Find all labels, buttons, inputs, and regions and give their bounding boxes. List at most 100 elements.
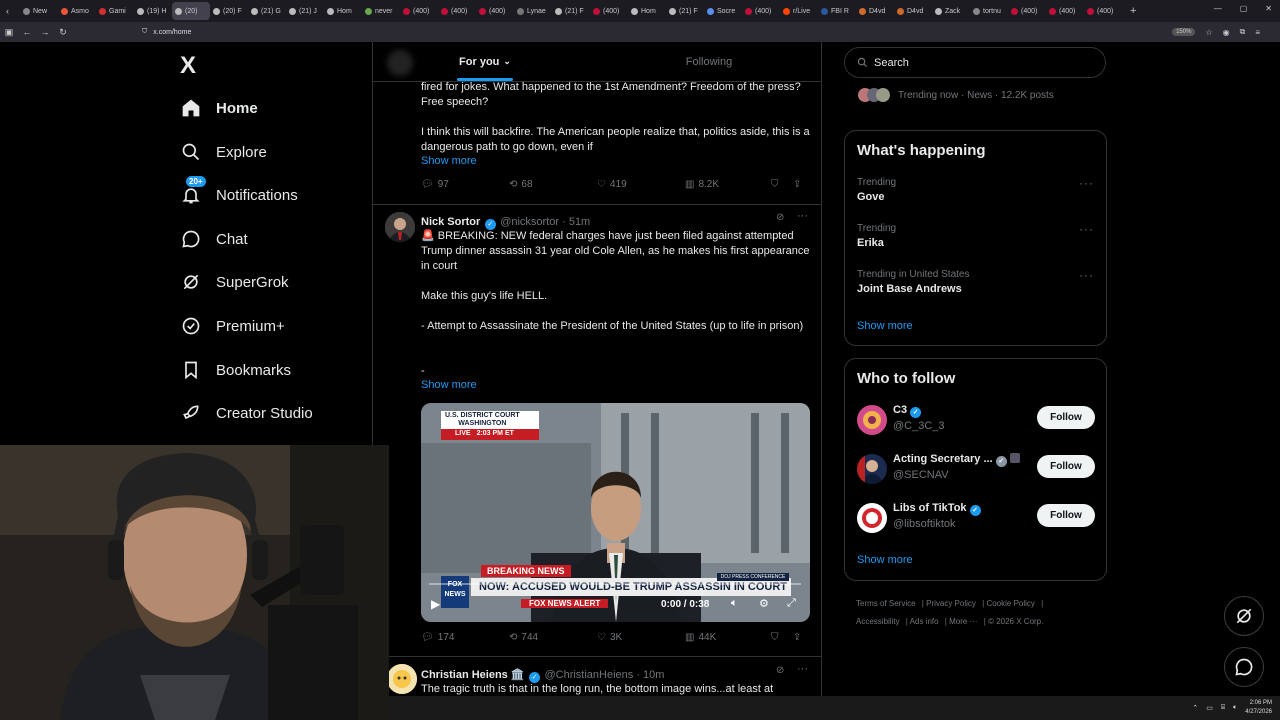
- author-name[interactable]: Christian Heiens 🏛️: [421, 669, 525, 681]
- author-handle[interactable]: @ChristianHeiens · 10m: [544, 669, 664, 681]
- bookmark-button[interactable]: ⛉: [771, 632, 793, 643]
- bookmark-button[interactable]: ⛉: [771, 179, 793, 190]
- zoom-level[interactable]: 150%: [1172, 28, 1196, 36]
- sidebar-item-bookmarks[interactable]: Bookmarks: [180, 358, 291, 382]
- trending-now-row[interactable]: Trending now · News · 12.2K posts: [858, 88, 1054, 102]
- browser-tab[interactable]: (400): [400, 2, 438, 20]
- follow-suggestion[interactable]: Libs of TikTok ✓ @libsoftiktok Follow: [857, 501, 1095, 537]
- video-progress-bar[interactable]: [429, 583, 801, 585]
- sidebar-item-notifications[interactable]: 20+ Notifications: [180, 176, 298, 207]
- browser-tab[interactable]: Asmo: [58, 2, 96, 20]
- browser-tab[interactable]: (21) G: [248, 2, 286, 20]
- follow-suggestion[interactable]: Acting Secretary ... ✓ @SECNAV Follow: [857, 452, 1095, 488]
- follow-suggestion[interactable]: C3 ✓ @C_3C_3 Follow: [857, 403, 1095, 439]
- browser-tab[interactable]: Lynae: [514, 2, 552, 20]
- share-button[interactable]: ⇪: [793, 632, 801, 643]
- chat-fab-button[interactable]: [1224, 647, 1264, 687]
- avatar[interactable]: [387, 664, 417, 694]
- volume-icon[interactable]: 🔈︎: [1233, 704, 1237, 712]
- browser-tab[interactable]: Zack: [932, 2, 970, 20]
- browser-tab[interactable]: Hom: [628, 2, 666, 20]
- browser-tab[interactable]: (400): [1084, 2, 1122, 20]
- like-button[interactable]: ♡ 419: [597, 179, 685, 190]
- grok-icon[interactable]: ⊘: [776, 212, 784, 223]
- sidebar-item-chat[interactable]: Chat: [180, 227, 248, 251]
- browser-tab[interactable]: Hom: [324, 2, 362, 20]
- sidebar-item-creator-studio[interactable]: Creator Studio: [180, 401, 313, 425]
- avatar[interactable]: [857, 405, 887, 435]
- avatar[interactable]: [385, 212, 415, 242]
- browser-tab[interactable]: (20) F: [210, 2, 248, 20]
- browser-tab[interactable]: (400): [590, 2, 628, 20]
- maximize-icon[interactable]: ▢: [1240, 4, 1248, 13]
- more-icon[interactable]: ···: [797, 210, 808, 222]
- author-name[interactable]: Nick Sortor: [421, 216, 480, 228]
- avatar[interactable]: [857, 503, 887, 533]
- show-more-link[interactable]: Show more: [421, 379, 477, 391]
- browser-tab[interactable]: (20): [172, 2, 210, 20]
- footer-link[interactable]: Cookie Policy: [986, 599, 1034, 608]
- repost-button[interactable]: ⟲ 68: [509, 179, 597, 190]
- footer-link[interactable]: Terms of Service: [856, 599, 916, 608]
- browser-tab[interactable]: Socre: [704, 2, 742, 20]
- more-icon[interactable]: ···: [1079, 268, 1094, 282]
- star-icon[interactable]: ☆: [1205, 28, 1212, 37]
- menu-icon[interactable]: ≡: [1255, 28, 1260, 37]
- views-button[interactable]: ▥ 44K: [685, 632, 771, 643]
- more-icon[interactable]: ···: [797, 663, 808, 675]
- reply-button[interactable]: 💬︎ 97: [421, 179, 509, 190]
- clock[interactable]: 2:06 PM 4/27/2026: [1245, 699, 1272, 717]
- browser-tab[interactable]: (21) F: [552, 2, 590, 20]
- chevron-up-icon[interactable]: ⌃: [1192, 704, 1198, 712]
- views-button[interactable]: ▥ 8.2K: [685, 179, 771, 190]
- browser-tab[interactable]: never: [362, 2, 400, 20]
- browser-tab[interactable]: Gami: [96, 2, 134, 20]
- account-icon[interactable]: ◉: [1223, 28, 1230, 37]
- sidebar-toggle-icon[interactable]: ▣: [0, 27, 18, 38]
- repost-button[interactable]: ⟲ 744: [509, 632, 597, 643]
- browser-tab[interactable]: (400): [438, 2, 476, 20]
- footer-link[interactable]: More ···: [949, 617, 977, 626]
- settings-icon[interactable]: ⚙: [759, 597, 769, 610]
- browser-tab[interactable]: (21) J: [286, 2, 324, 20]
- tab-for-you[interactable]: For you ⌄: [373, 42, 597, 81]
- grok-fab-button[interactable]: [1224, 596, 1264, 636]
- follow-button[interactable]: Follow: [1037, 406, 1095, 429]
- forward-icon[interactable]: →: [36, 27, 54, 37]
- browser-tab[interactable]: D4vd: [894, 2, 932, 20]
- reply-button[interactable]: 💬︎ 174: [421, 632, 509, 643]
- browser-tab[interactable]: D4vd: [856, 2, 894, 20]
- footer-link[interactable]: Ads info: [910, 617, 939, 626]
- more-icon[interactable]: ···: [1079, 222, 1094, 236]
- back-icon[interactable]: ←: [18, 27, 36, 37]
- footer-link[interactable]: Accessibility: [856, 617, 900, 626]
- browser-tab[interactable]: New: [20, 2, 58, 20]
- play-icon[interactable]: ▶: [431, 597, 440, 611]
- tab-following[interactable]: Following: [597, 42, 821, 81]
- x-logo[interactable]: X: [180, 52, 196, 80]
- follow-button[interactable]: Follow: [1037, 504, 1095, 527]
- tab-scroll-left-icon[interactable]: ‹: [6, 6, 20, 16]
- browser-tab[interactable]: tortnu: [970, 2, 1008, 20]
- close-icon[interactable]: ✕: [1265, 4, 1272, 13]
- avatar[interactable]: [857, 454, 887, 484]
- browser-tab[interactable]: (400): [742, 2, 780, 20]
- sidebar-item-home[interactable]: Home: [180, 96, 258, 120]
- browser-tab[interactable]: r/Live: [780, 2, 818, 20]
- footer-link[interactable]: Privacy Policy: [926, 599, 976, 608]
- monitor-icon[interactable]: ▭: [1206, 704, 1213, 712]
- share-button[interactable]: ⇪: [793, 179, 801, 190]
- video-player[interactable]: U.S. DISTRICT COURT WASHINGTON LIVE 2:03…: [421, 403, 810, 622]
- browser-tab[interactable]: (21) F: [666, 2, 704, 20]
- url-bar[interactable]: ⛉ x.com/home: [142, 28, 191, 36]
- sidebar-item-supergrok[interactable]: SuperGrok: [180, 270, 289, 294]
- follow-button[interactable]: Follow: [1037, 455, 1095, 478]
- show-more-link[interactable]: Show more: [421, 155, 477, 167]
- network-icon[interactable]: ⌸: [1221, 704, 1225, 712]
- sidebar-item-explore[interactable]: Explore: [180, 140, 267, 164]
- browser-tab[interactable]: FBI R: [818, 2, 856, 20]
- volume-icon[interactable]: 🔈︎: [731, 597, 738, 610]
- browser-tab[interactable]: (19) H: [134, 2, 172, 20]
- author-handle[interactable]: @nicksortor · 51m: [500, 216, 590, 228]
- reload-icon[interactable]: ↻: [54, 27, 72, 38]
